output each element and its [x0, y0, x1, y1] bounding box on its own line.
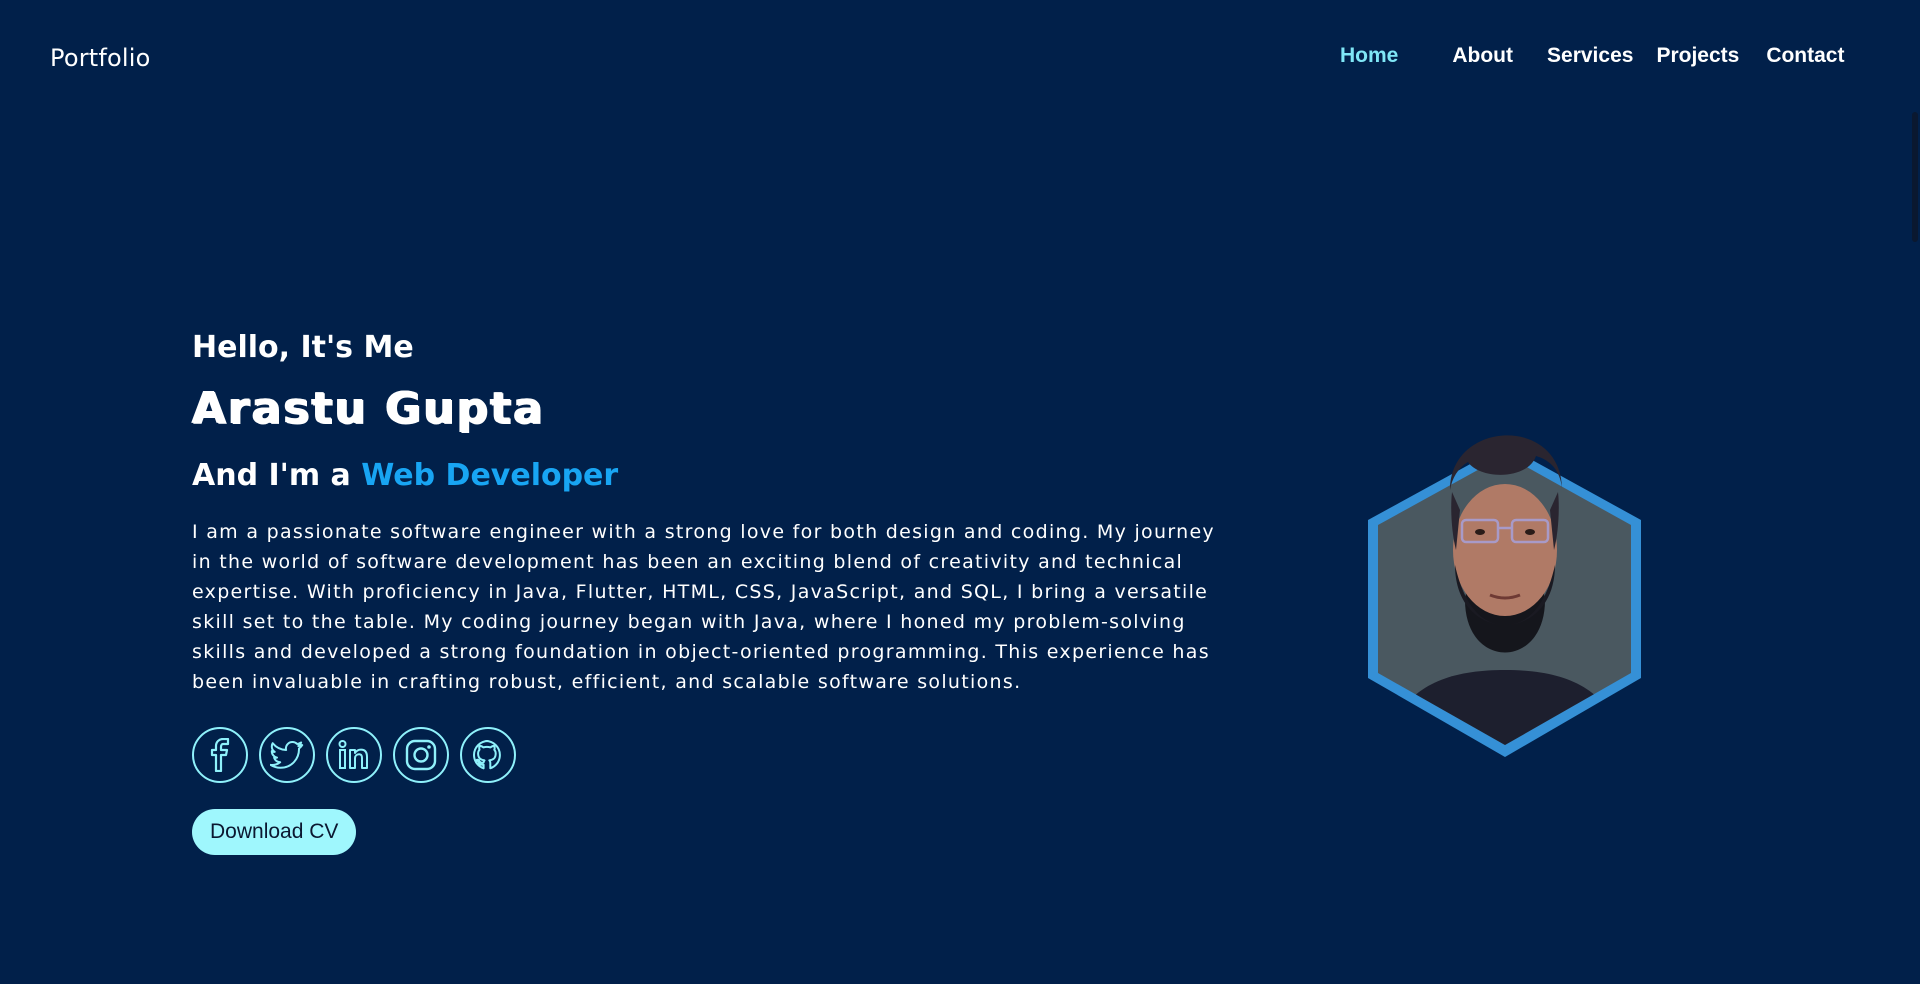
facebook-link[interactable]	[192, 727, 248, 783]
instagram-icon	[405, 739, 437, 771]
nav-item-projects[interactable]: Projects	[1656, 44, 1739, 68]
hero-bio: I am a passionate software engineer with…	[192, 521, 1215, 693]
brand-logo[interactable]: Portfolio	[50, 44, 151, 72]
hero-role: And I'm a Web Developer	[192, 458, 1242, 493]
hero-section: Hello, It's Me Arastu Gupta And I'm a We…	[192, 330, 1242, 855]
nav-item-services[interactable]: Services	[1547, 44, 1633, 68]
hero-name: Arastu Gupta	[192, 383, 545, 434]
avatar-face	[1453, 484, 1557, 616]
github-link[interactable]	[460, 727, 516, 783]
twitter-icon	[270, 741, 304, 769]
github-icon	[473, 740, 501, 770]
linkedin-link[interactable]	[326, 727, 382, 783]
instagram-link[interactable]	[393, 727, 449, 783]
page-scrollbar[interactable]	[1912, 112, 1918, 242]
hero-role-highlight: Web Developer	[361, 458, 619, 493]
hero-role-prefix: And I'm a	[192, 458, 351, 493]
profile-photo-graphic	[1368, 435, 1641, 757]
nav-item-about[interactable]: About	[1452, 44, 1513, 68]
linkedin-icon	[338, 740, 368, 769]
page: Portfolio Home About Services Projects C…	[0, 0, 1920, 984]
main-nav: Home About Services Projects Contact	[1330, 44, 1868, 68]
facebook-icon	[210, 738, 230, 772]
social-links	[192, 727, 1242, 783]
nav-item-contact[interactable]: Contact	[1766, 44, 1844, 68]
nav-item-home[interactable]: Home	[1340, 44, 1398, 68]
download-cv-button[interactable]: Download CV	[192, 809, 357, 855]
twitter-link[interactable]	[259, 727, 315, 783]
profile-photo	[1360, 370, 1650, 770]
hero-greeting: Hello, It's Me	[192, 330, 414, 365]
